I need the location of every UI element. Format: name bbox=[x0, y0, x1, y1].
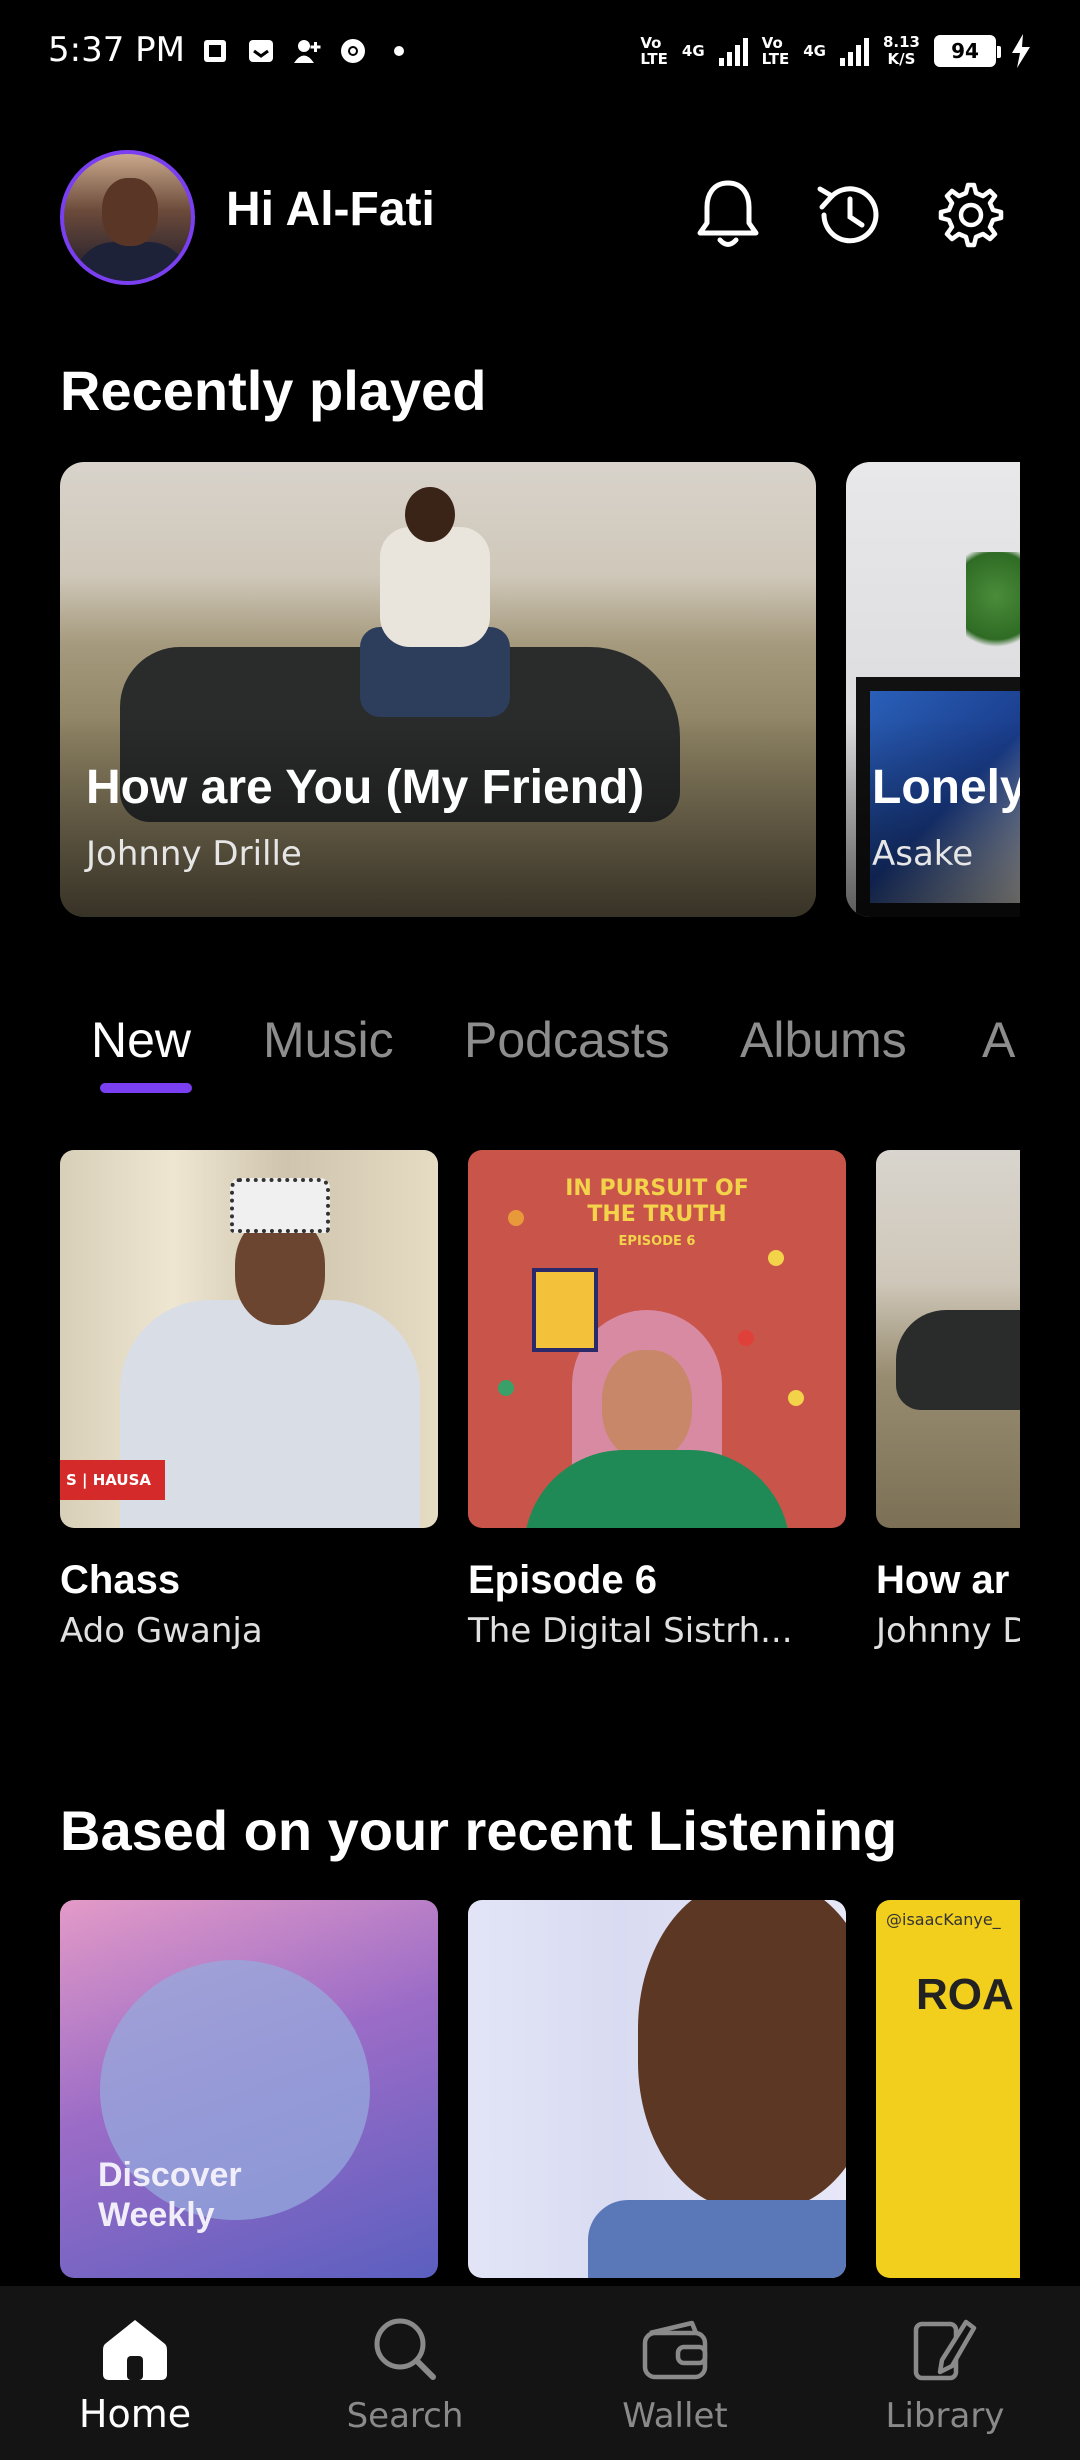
tile-title: Chass bbox=[60, 1558, 181, 1602]
status-time: 5:37 PM bbox=[48, 30, 185, 70]
notification-icons bbox=[200, 36, 414, 66]
volte-bottom: LTE bbox=[640, 50, 668, 68]
recently-played-card-artist: Johnny Drille bbox=[86, 834, 302, 874]
avatar[interactable] bbox=[60, 150, 195, 285]
cover-handle: @isaacKanye_ bbox=[886, 1910, 1001, 1929]
tab-music[interactable]: Music bbox=[263, 1011, 394, 1069]
recently-played-title: Recently played bbox=[60, 359, 487, 422]
cover-art: S | HAUSA bbox=[60, 1150, 438, 1528]
volte-indicator-2: Vo LTE bbox=[762, 35, 790, 67]
cover-art: Discover Weekly bbox=[60, 1900, 438, 2278]
tile-subtitle: The Digital Sistrh... bbox=[468, 1611, 793, 1651]
recently-played-card-title: How are You (My Friend) bbox=[86, 761, 645, 814]
new-release-tile[interactable]: S | HAUSA Chass Ado Gwanja bbox=[60, 1150, 438, 1651]
network-type-1: 4G bbox=[682, 43, 705, 59]
add-person-icon bbox=[294, 40, 321, 63]
tab-new[interactable]: New bbox=[91, 1011, 191, 1069]
cover-art bbox=[468, 1900, 846, 2278]
cover-art: @isaacKanye_ ROA bbox=[876, 1900, 1020, 2278]
notifications-button[interactable] bbox=[683, 170, 773, 260]
speed-value: 8.13 bbox=[882, 33, 920, 51]
recently-played-card-title: Lonely bbox=[872, 761, 1020, 814]
new-release-tile[interactable]: IN PURSUIT OF THE TRUTH EPISODE 6 Episode… bbox=[468, 1150, 846, 1651]
new-release-tile[interactable]: How ar Johnny D bbox=[876, 1150, 1020, 1651]
cover-person-shape bbox=[360, 487, 510, 737]
tab-podcasts[interactable]: Podcasts bbox=[464, 1011, 670, 1069]
nav-search[interactable]: Search bbox=[305, 2312, 505, 2436]
tile-title: Episode 6 bbox=[468, 1558, 657, 1602]
battery-indicator: 94 bbox=[934, 35, 1001, 67]
recommendation-tile[interactable]: @isaacKanye_ ROA bbox=[876, 1900, 1020, 2278]
avatar-shirt bbox=[74, 242, 189, 281]
tile-subtitle: Johnny D bbox=[876, 1611, 1020, 1651]
app-notification-icon bbox=[204, 40, 226, 62]
recently-played-card[interactable]: How are You (My Friend) Johnny Drille bbox=[60, 462, 816, 917]
recently-played-card[interactable]: Lonely Asake bbox=[846, 462, 1020, 917]
search-icon bbox=[374, 2318, 436, 2380]
history-icon bbox=[817, 186, 879, 244]
system-status: Vo LTE 4G Vo LTE 4G 8.13 K/S 94 bbox=[640, 34, 1032, 68]
avatar-face bbox=[102, 178, 158, 246]
category-tabs: New Music Podcasts Albums A bbox=[60, 1005, 1020, 1095]
cover-text-line3: EPISODE 6 bbox=[618, 1234, 696, 1249]
bell-icon bbox=[697, 180, 759, 247]
charging-bolt-icon bbox=[1012, 34, 1030, 68]
cover-art: IN PURSUIT OF THE TRUTH EPISODE 6 bbox=[468, 1150, 846, 1528]
cover-label-line1: Discover bbox=[98, 2156, 242, 2194]
history-button[interactable] bbox=[805, 170, 895, 260]
tab-albums[interactable]: Albums bbox=[740, 1011, 907, 1069]
recently-played-card-artist: Asake bbox=[872, 834, 974, 874]
status-bar: 5:37 PM Vo LTE 4G Vo LTE 4G 8.13 K/S 94 bbox=[0, 0, 1080, 110]
new-releases-row[interactable]: S | HAUSA Chass Ado Gwanja IN PURSUIT OF… bbox=[60, 1150, 1020, 1670]
network-type-label: 4G bbox=[681, 42, 705, 60]
settings-button[interactable] bbox=[926, 170, 1016, 260]
card-shade bbox=[60, 717, 816, 917]
volte-bottom: LTE bbox=[761, 50, 790, 68]
greeting: Hi Al-Fati bbox=[226, 183, 435, 236]
based-on-title: Based on your recent Listening bbox=[60, 1799, 898, 1862]
volte-indicator-1: Vo LTE bbox=[640, 35, 668, 67]
tile-subtitle: Ado Gwanja bbox=[60, 1611, 263, 1651]
cover-badge: S | HAUSA bbox=[60, 1460, 165, 1500]
network-type-2: 4G bbox=[803, 43, 826, 59]
tab-more[interactable]: A bbox=[982, 1011, 1015, 1069]
speed-unit: K/S bbox=[887, 50, 916, 68]
volte-top: Vo bbox=[761, 34, 783, 52]
wallet-icon bbox=[642, 2320, 708, 2380]
tile-title: How ar bbox=[876, 1558, 1010, 1602]
cover-text-line1: IN PURSUIT OF bbox=[565, 1176, 749, 1201]
recommendations-row[interactable]: Discover Weekly @isaacKanye_ ROA bbox=[60, 1900, 1020, 2278]
nav-label: Home bbox=[78, 2392, 192, 2436]
signal-bars-1-icon bbox=[718, 36, 748, 66]
cover-art bbox=[876, 1150, 1020, 1528]
nav-label: Wallet bbox=[622, 2396, 728, 2436]
cover-word: ROA bbox=[916, 1970, 1014, 2019]
header: Hi Al-Fati bbox=[60, 150, 1020, 285]
recommendation-tile[interactable]: Discover Weekly bbox=[60, 1900, 438, 2278]
nav-home[interactable]: Home bbox=[35, 2312, 235, 2436]
home-icon bbox=[103, 2320, 167, 2380]
cover-text-line2: THE TRUTH bbox=[587, 1202, 727, 1227]
chrome-icon bbox=[341, 39, 365, 63]
nav-library[interactable]: Library bbox=[845, 2312, 1045, 2436]
nav-wallet[interactable]: Wallet bbox=[575, 2312, 775, 2436]
inbox-icon bbox=[249, 40, 273, 62]
gear-icon bbox=[938, 182, 1004, 248]
more-notifications-dot-icon bbox=[394, 46, 404, 56]
recently-played-row[interactable]: How are You (My Friend) Johnny Drille Lo… bbox=[60, 462, 1020, 917]
network-type-label: 4G bbox=[803, 42, 826, 60]
recommendation-tile[interactable] bbox=[468, 1900, 846, 2278]
cover-plant-shape bbox=[966, 552, 1020, 662]
active-tab-indicator bbox=[100, 1083, 192, 1093]
bottom-navigation: Home Search Wallet Library bbox=[0, 2286, 1080, 2460]
nav-label: Library bbox=[885, 2396, 1005, 2436]
card-shade bbox=[846, 717, 1020, 917]
cover-label-line2: Weekly bbox=[98, 2196, 215, 2234]
network-speed: 8.13 K/S bbox=[883, 34, 920, 68]
signal-bars-2-icon bbox=[839, 36, 869, 66]
library-icon bbox=[913, 2319, 977, 2381]
volte-top: Vo bbox=[640, 34, 662, 52]
nav-label: Search bbox=[346, 2396, 464, 2436]
